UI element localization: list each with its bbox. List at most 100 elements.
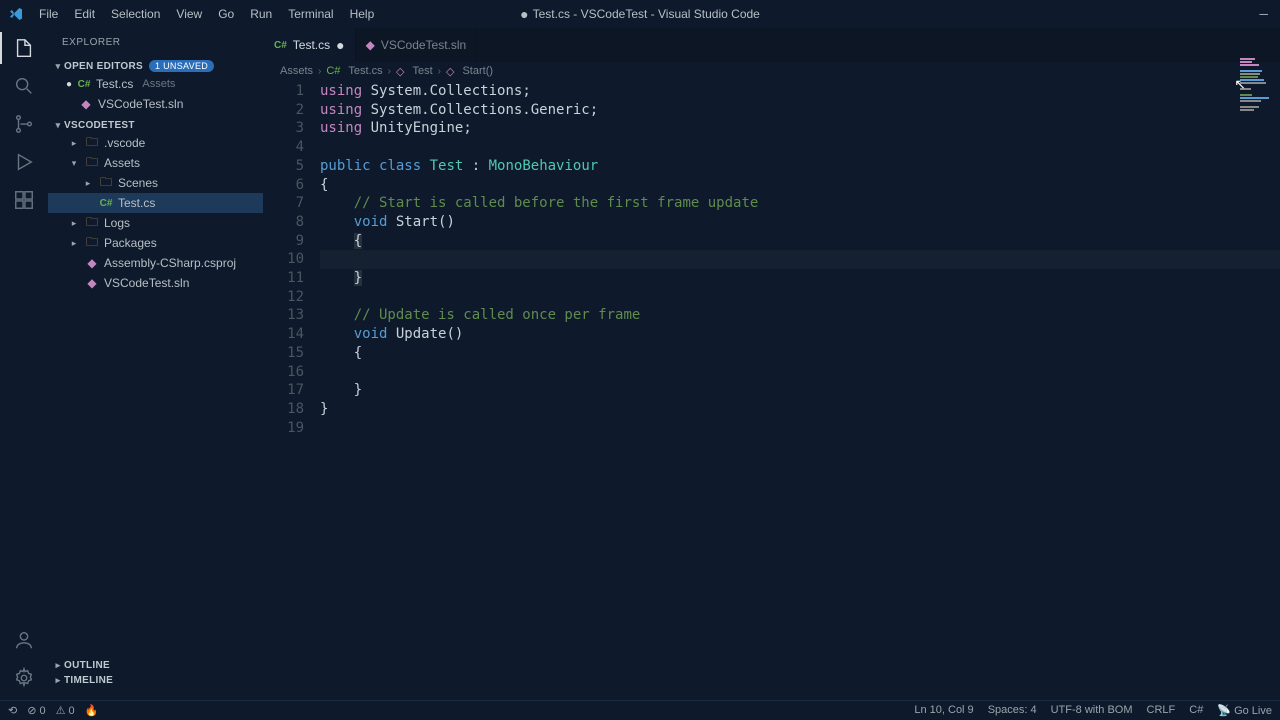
- code-line[interactable]: using System.Collections.Generic;: [320, 101, 1280, 120]
- go-live-button[interactable]: 📡 Go Live: [1217, 704, 1272, 717]
- code-line[interactable]: [320, 250, 1280, 269]
- breadcrumbs[interactable]: Assets›C#Test.cs›◇Test›◇Start(): [264, 62, 1280, 80]
- chevron-icon: ▸: [82, 178, 94, 189]
- explorer-title: EXPLORER: [48, 28, 263, 56]
- file-item[interactable]: ◆Assembly-CSharp.csproj: [48, 253, 263, 273]
- code-line[interactable]: public class Test : MonoBehaviour: [320, 157, 1280, 176]
- explorer-sidebar: EXPLORER ▾ OPEN EDITORS 1 UNSAVED ●C#Tes…: [48, 28, 264, 700]
- menu-item-file[interactable]: File: [32, 3, 65, 25]
- editor-tab[interactable]: ◆VSCodeTest.sln: [356, 28, 478, 62]
- menu-item-edit[interactable]: Edit: [67, 3, 102, 25]
- code-line[interactable]: void Start(): [320, 213, 1280, 232]
- code-line[interactable]: // Start is called before the first fram…: [320, 194, 1280, 213]
- folder-item[interactable]: ▸🗀Scenes: [48, 173, 263, 193]
- encoding[interactable]: UTF-8 with BOM: [1051, 704, 1133, 717]
- item-label: Assets: [104, 156, 140, 170]
- chevron-down-icon: ▾: [52, 120, 64, 131]
- dirty-dot-icon: ●: [66, 79, 72, 90]
- code-line[interactable]: }: [320, 269, 1280, 288]
- source-control-icon[interactable]: [12, 112, 36, 136]
- menu-item-view[interactable]: View: [169, 3, 209, 25]
- breadcrumb-item[interactable]: Start(): [462, 65, 493, 77]
- code-line[interactable]: {: [320, 344, 1280, 363]
- code-line[interactable]: void Update(): [320, 325, 1280, 344]
- folder-item[interactable]: ▸🗀.vscode: [48, 133, 263, 153]
- line-number: 19: [264, 419, 304, 438]
- code-line[interactable]: {: [320, 232, 1280, 251]
- file-name: VSCodeTest.sln: [98, 97, 183, 111]
- tab-label: VSCodeTest.sln: [381, 38, 466, 52]
- breadcrumb-item[interactable]: Assets: [280, 65, 313, 77]
- extensions-icon[interactable]: [12, 188, 36, 212]
- breadcrumb-item[interactable]: Test: [412, 65, 432, 77]
- editor-tab[interactable]: C#Test.cs●: [264, 28, 356, 62]
- line-number: 14: [264, 325, 304, 344]
- menu-item-go[interactable]: Go: [211, 3, 241, 25]
- folder-icon: 🗀: [85, 216, 99, 230]
- breadcrumb-item[interactable]: Test.cs: [348, 65, 382, 77]
- chevron-icon: ▾: [68, 158, 80, 169]
- open-editor-item[interactable]: ◆VSCodeTest.sln: [48, 94, 263, 114]
- code-line[interactable]: }: [320, 381, 1280, 400]
- flame-icon[interactable]: 🔥: [85, 704, 99, 717]
- code-line[interactable]: // Update is called once per frame: [320, 306, 1280, 325]
- file-item[interactable]: C# Test.cs: [48, 193, 263, 213]
- indentation[interactable]: Spaces: 4: [988, 704, 1037, 717]
- project-header[interactable]: ▾ VSCODETEST: [48, 118, 263, 133]
- code-content[interactable]: using System.Collections;using System.Co…: [320, 82, 1280, 700]
- folder-item[interactable]: ▾🗀Assets: [48, 153, 263, 173]
- explorer-icon[interactable]: [12, 36, 36, 60]
- settings-gear-icon[interactable]: [12, 666, 36, 690]
- minimize-button[interactable]: ─: [1259, 7, 1268, 21]
- language-mode[interactable]: C#: [1189, 704, 1203, 717]
- file-item[interactable]: ◆VSCodeTest.sln: [48, 273, 263, 293]
- menu-item-help[interactable]: Help: [343, 3, 382, 25]
- breadcrumb-icon: ◇: [446, 65, 454, 78]
- outline-header[interactable]: ▸ OUTLINE: [48, 658, 264, 673]
- open-editors-header[interactable]: ▾ OPEN EDITORS 1 UNSAVED: [48, 58, 263, 74]
- breadcrumb-icon: C#: [326, 65, 340, 77]
- remote-icon[interactable]: ⟲: [8, 704, 17, 717]
- timeline-header[interactable]: ▸ TIMELINE: [48, 673, 264, 688]
- code-line[interactable]: [320, 288, 1280, 307]
- dirty-dot-icon[interactable]: ●: [336, 37, 344, 53]
- folder-item[interactable]: ▸🗀Packages: [48, 233, 263, 253]
- chevron-right-icon: ▸: [52, 660, 64, 671]
- breadcrumb-separator-icon: ›: [388, 66, 391, 77]
- csharp-file-icon: C#: [99, 196, 113, 210]
- code-line[interactable]: [320, 419, 1280, 438]
- line-number: 5: [264, 157, 304, 176]
- item-label: Logs: [104, 216, 130, 230]
- timeline-label: TIMELINE: [64, 675, 113, 686]
- line-number: 15: [264, 344, 304, 363]
- line-number: 12: [264, 288, 304, 307]
- status-bar: ⟲ ⊘ 0 ⚠ 0 🔥 Ln 10, Col 9 Spaces: 4 UTF-8…: [0, 700, 1280, 720]
- accounts-icon[interactable]: [12, 628, 36, 652]
- line-number: 13: [264, 306, 304, 325]
- breadcrumb-separator-icon: ›: [318, 66, 321, 77]
- line-number: 11: [264, 269, 304, 288]
- folder-item[interactable]: ▸🗀Logs: [48, 213, 263, 233]
- item-label: Test.cs: [118, 196, 155, 210]
- open-editor-item[interactable]: ●C#Test.csAssets: [48, 74, 263, 94]
- code-line[interactable]: [320, 363, 1280, 382]
- line-number: 2: [264, 101, 304, 120]
- code-line[interactable]: [320, 138, 1280, 157]
- cursor-position[interactable]: Ln 10, Col 9: [914, 704, 973, 717]
- eol[interactable]: CRLF: [1147, 704, 1176, 717]
- errors-count[interactable]: ⊘ 0: [27, 704, 45, 717]
- code-editor[interactable]: 12345678910111213141516171819 using Syst…: [264, 80, 1280, 700]
- menu-item-run[interactable]: Run: [243, 3, 279, 25]
- run-debug-icon[interactable]: [12, 150, 36, 174]
- code-line[interactable]: using System.Collections;: [320, 82, 1280, 101]
- search-icon[interactable]: [12, 74, 36, 98]
- menu-item-selection[interactable]: Selection: [104, 3, 167, 25]
- file-name: Test.cs: [96, 77, 133, 91]
- code-line[interactable]: {: [320, 176, 1280, 195]
- window-controls: ─: [1259, 7, 1272, 21]
- tab-label: Test.cs: [293, 38, 330, 52]
- warnings-count[interactable]: ⚠ 0: [56, 704, 75, 717]
- code-line[interactable]: using UnityEngine;: [320, 119, 1280, 138]
- code-line[interactable]: }: [320, 400, 1280, 419]
- menu-item-terminal[interactable]: Terminal: [281, 3, 340, 25]
